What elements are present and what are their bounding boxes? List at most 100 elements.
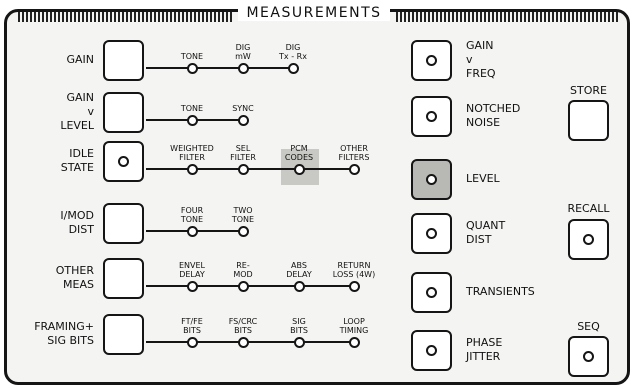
label-line: FILTERS: [338, 153, 370, 162]
label-line: JITTER: [466, 350, 501, 363]
label-line: QUANT: [466, 219, 506, 232]
side-key-recall[interactable]: [568, 219, 609, 260]
row-label-gain: GAIN: [66, 53, 94, 67]
option-label-return-loss: RETURN LOSS (4W): [326, 261, 382, 279]
option-node-sel-filter[interactable]: [237, 163, 249, 175]
option-node-return-loss[interactable]: [348, 280, 360, 292]
option-node-sync[interactable]: [237, 114, 249, 126]
row-label-framing-sig-bits: FRAMING+ SIG BITS: [34, 320, 94, 348]
label-line: v: [466, 53, 473, 66]
option-node-tone[interactable]: [186, 114, 198, 126]
indicator-lamp-icon: [426, 174, 437, 185]
label-line: SIG: [292, 317, 306, 326]
label-line: TONE: [231, 215, 255, 224]
option-label-other-filters: OTHER FILTERS: [326, 144, 382, 162]
option-label-sig-bits: SIG BITS: [271, 317, 327, 335]
option-node-ft-fe-bits[interactable]: [186, 336, 198, 348]
option-node-re-mod[interactable]: [237, 280, 249, 292]
label-line: RETURN: [337, 261, 371, 270]
row-key-gain[interactable]: [103, 40, 144, 81]
label-line: FILTER: [230, 153, 256, 162]
label-line: DIG: [235, 43, 251, 52]
option-label-weighted-filter: WEIGHTED FILTER: [164, 144, 220, 162]
right-label-level: LEVEL: [466, 172, 500, 186]
option-label-re-mod: RE- MOD: [215, 261, 271, 279]
label-line: ABS: [291, 261, 307, 270]
right-key-gain-v-freq[interactable]: [411, 40, 452, 81]
row-key-other-meas[interactable]: [103, 258, 144, 299]
option-node-other-filters[interactable]: [348, 163, 360, 175]
side-label-seq: SEQ: [577, 320, 600, 333]
option-node-two-tone[interactable]: [237, 225, 249, 237]
label-line: FS/CRC: [228, 317, 258, 326]
option-node-pcm-codes[interactable]: [293, 163, 305, 175]
option-node-tone[interactable]: [186, 62, 198, 74]
label-line: TONE: [180, 104, 204, 113]
label-line: NOISE: [466, 116, 501, 129]
right-label-gain-v-freq: GAIN v FREQ: [466, 39, 496, 81]
label-line: SYNC: [232, 104, 254, 113]
label-line: SIG BITS: [47, 334, 94, 347]
label-line: TONE: [180, 52, 204, 61]
option-node-loop-timing[interactable]: [348, 336, 360, 348]
right-key-phase-jitter[interactable]: [411, 330, 452, 371]
right-label-phase-jitter: PHASE JITTER: [466, 336, 502, 364]
side-key-seq[interactable]: [568, 336, 609, 377]
option-node-four-tone[interactable]: [186, 225, 198, 237]
label-line: NOTCHED: [466, 102, 521, 115]
option-node-weighted-filter[interactable]: [186, 163, 198, 175]
label-line: ENVEL: [178, 261, 206, 270]
right-key-transients[interactable]: [411, 272, 452, 313]
label-line: IDLE: [69, 147, 94, 160]
indicator-lamp-icon: [426, 287, 437, 298]
label-line: PHASE: [466, 336, 503, 349]
label-line: STATE: [60, 161, 94, 174]
option-node-dig-mw[interactable]: [237, 62, 249, 74]
side-label-recall: RECALL: [567, 202, 610, 215]
indicator-lamp-icon: [426, 228, 437, 239]
row-key-idle-state[interactable]: [103, 141, 144, 182]
option-node-fs-crc-bits[interactable]: [237, 336, 249, 348]
option-node-dig-txrx[interactable]: [287, 62, 299, 74]
label-line: GAIN: [466, 39, 494, 52]
option-label-ft-fe-bits: FT/FE BITS: [164, 317, 220, 335]
label-line: Tx - Rx: [279, 52, 307, 61]
label-line: LEVEL: [466, 172, 500, 185]
row-wire: [146, 341, 354, 343]
option-label-dig-txrx: DIG Tx - Rx: [265, 43, 321, 61]
label-line: I/MOD: [60, 209, 94, 222]
label-line: TRANSIENTS: [466, 285, 535, 298]
side-key-store[interactable]: [568, 100, 609, 141]
label-line: GAIN: [66, 91, 94, 104]
option-label-sync: SYNC: [215, 104, 271, 113]
right-key-quant-dist[interactable]: [411, 213, 452, 254]
label-line: TONE: [180, 215, 204, 224]
label-line: TWO: [233, 206, 253, 215]
option-label-dig-mw: DIG mW: [215, 43, 271, 61]
label-line: LOOP: [343, 317, 365, 326]
option-label-fs-crc-bits: FS/CRC BITS: [215, 317, 271, 335]
option-label-tone: TONE: [164, 104, 220, 113]
row-key-gain-v-level[interactable]: [103, 92, 144, 133]
label-line: PCM: [290, 144, 308, 153]
label-line: MEAS: [63, 278, 94, 291]
option-node-sig-bits[interactable]: [293, 336, 305, 348]
label-line: FREQ: [466, 67, 496, 80]
option-node-abs-delay[interactable]: [293, 280, 305, 292]
option-label-abs-delay: ABS DELAY: [271, 261, 327, 279]
row-key-framing-sig-bits[interactable]: [103, 314, 144, 355]
label-line: BITS: [183, 326, 201, 335]
row-label-gain-v-level: GAIN v LEVEL: [60, 91, 94, 133]
option-node-envel-delay[interactable]: [186, 280, 198, 292]
right-label-quant-dist: QUANT DIST: [466, 219, 505, 247]
right-key-level[interactable]: [411, 159, 452, 200]
option-label-envel-delay: ENVEL DELAY: [164, 261, 220, 279]
label-line: BITS: [290, 326, 308, 335]
label-line: FT/FE: [181, 317, 203, 326]
option-label-pcm-codes: PCM CODES: [271, 144, 327, 162]
label-line: WEIGHTED: [170, 144, 214, 153]
label-line: LOSS (4W): [332, 270, 376, 279]
right-key-notched-noise[interactable]: [411, 96, 452, 137]
option-label-tone: TONE: [164, 52, 220, 61]
row-key-i-mod-dist[interactable]: [103, 203, 144, 244]
